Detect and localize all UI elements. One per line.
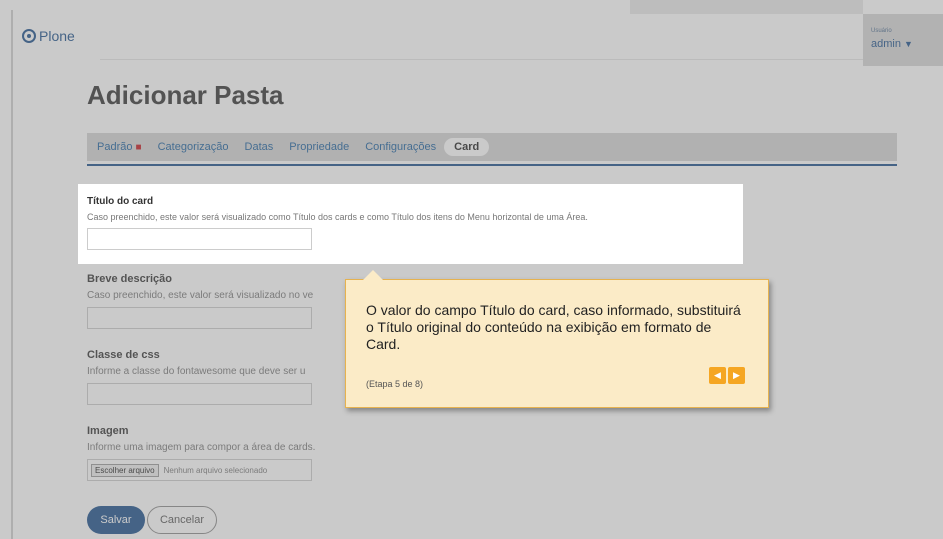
popover-arrow [363,270,383,280]
image-file-input: Escolher arquivo Nenhum arquivo selecion… [87,459,312,481]
tab-propriedade[interactable]: Propriedade [289,141,349,153]
tour-navigation: ◀ ▶ [709,367,745,384]
card-title-field: Título do card Caso preenchido, este val… [78,184,743,264]
tabs-divider [87,164,897,166]
choose-file-button[interactable]: Escolher arquivo [91,463,159,477]
field-help: Caso preenchido, este valor será visuali… [87,290,314,301]
field-help: Caso preenchido, este valor será visuali… [87,212,588,222]
field-label: Imagem [87,425,129,437]
logo-text: Plone [39,28,75,44]
css-class-field: Classe de css Informe a classe do fontaw… [87,349,312,405]
tour-step: (Etapa 5 de 8) [366,379,424,389]
save-button[interactable]: Salvar [87,506,145,534]
left-border [11,10,13,539]
field-label: Classe de css [87,349,160,361]
short-description-input[interactable] [87,307,312,329]
page-background: Plone Usuário admin ▼ Adicionar Pasta Pa… [0,0,943,539]
form-tabs: Padrão ■ Categorização Datas Propriedade… [87,133,897,161]
caret-down-icon: ▼ [904,39,913,49]
plone-logo[interactable]: Plone [22,28,75,44]
user-menu[interactable]: Usuário admin ▼ [863,14,943,66]
page-title: Adicionar Pasta [87,80,284,110]
user-caption: Usuário [871,28,892,34]
image-field: Imagem Informe uma imagem para compor a … [87,425,315,481]
top-bar-shade [630,0,863,14]
plone-logo-icon [22,29,36,43]
field-label: Título do card [87,196,154,207]
field-label: Breve descrição [87,273,172,285]
card-title-input[interactable] [87,228,312,250]
file-status: Nenhum arquivo selecionado [163,465,268,475]
tab-datas[interactable]: Datas [245,141,274,153]
required-icon: ■ [135,142,142,153]
css-class-input[interactable] [87,383,312,405]
tab-padrao[interactable]: Padrão ■ [97,141,142,153]
next-arrow-icon[interactable]: ▶ [728,367,745,384]
user-name-text: admin [871,38,901,50]
field-help: Informe uma imagem para compor a área de… [87,442,316,453]
field-help: Informe a classe do fontawesome que deve… [87,366,306,377]
tab-card[interactable]: Card [444,138,490,156]
user-name[interactable]: admin ▼ [871,38,913,50]
prev-arrow-icon[interactable]: ◀ [709,367,726,384]
cancel-button[interactable]: Cancelar [147,506,217,534]
tour-text: O valor do campo Título do card, caso in… [366,302,741,352]
tab-label: Padrão [97,141,133,153]
tour-popover: O valor do campo Título do card, caso in… [345,270,769,408]
tab-configuracoes[interactable]: Configurações [365,141,436,153]
short-description-field: Breve descrição Caso preenchido, este va… [87,273,313,329]
tab-categorizacao[interactable]: Categorização [158,141,229,153]
